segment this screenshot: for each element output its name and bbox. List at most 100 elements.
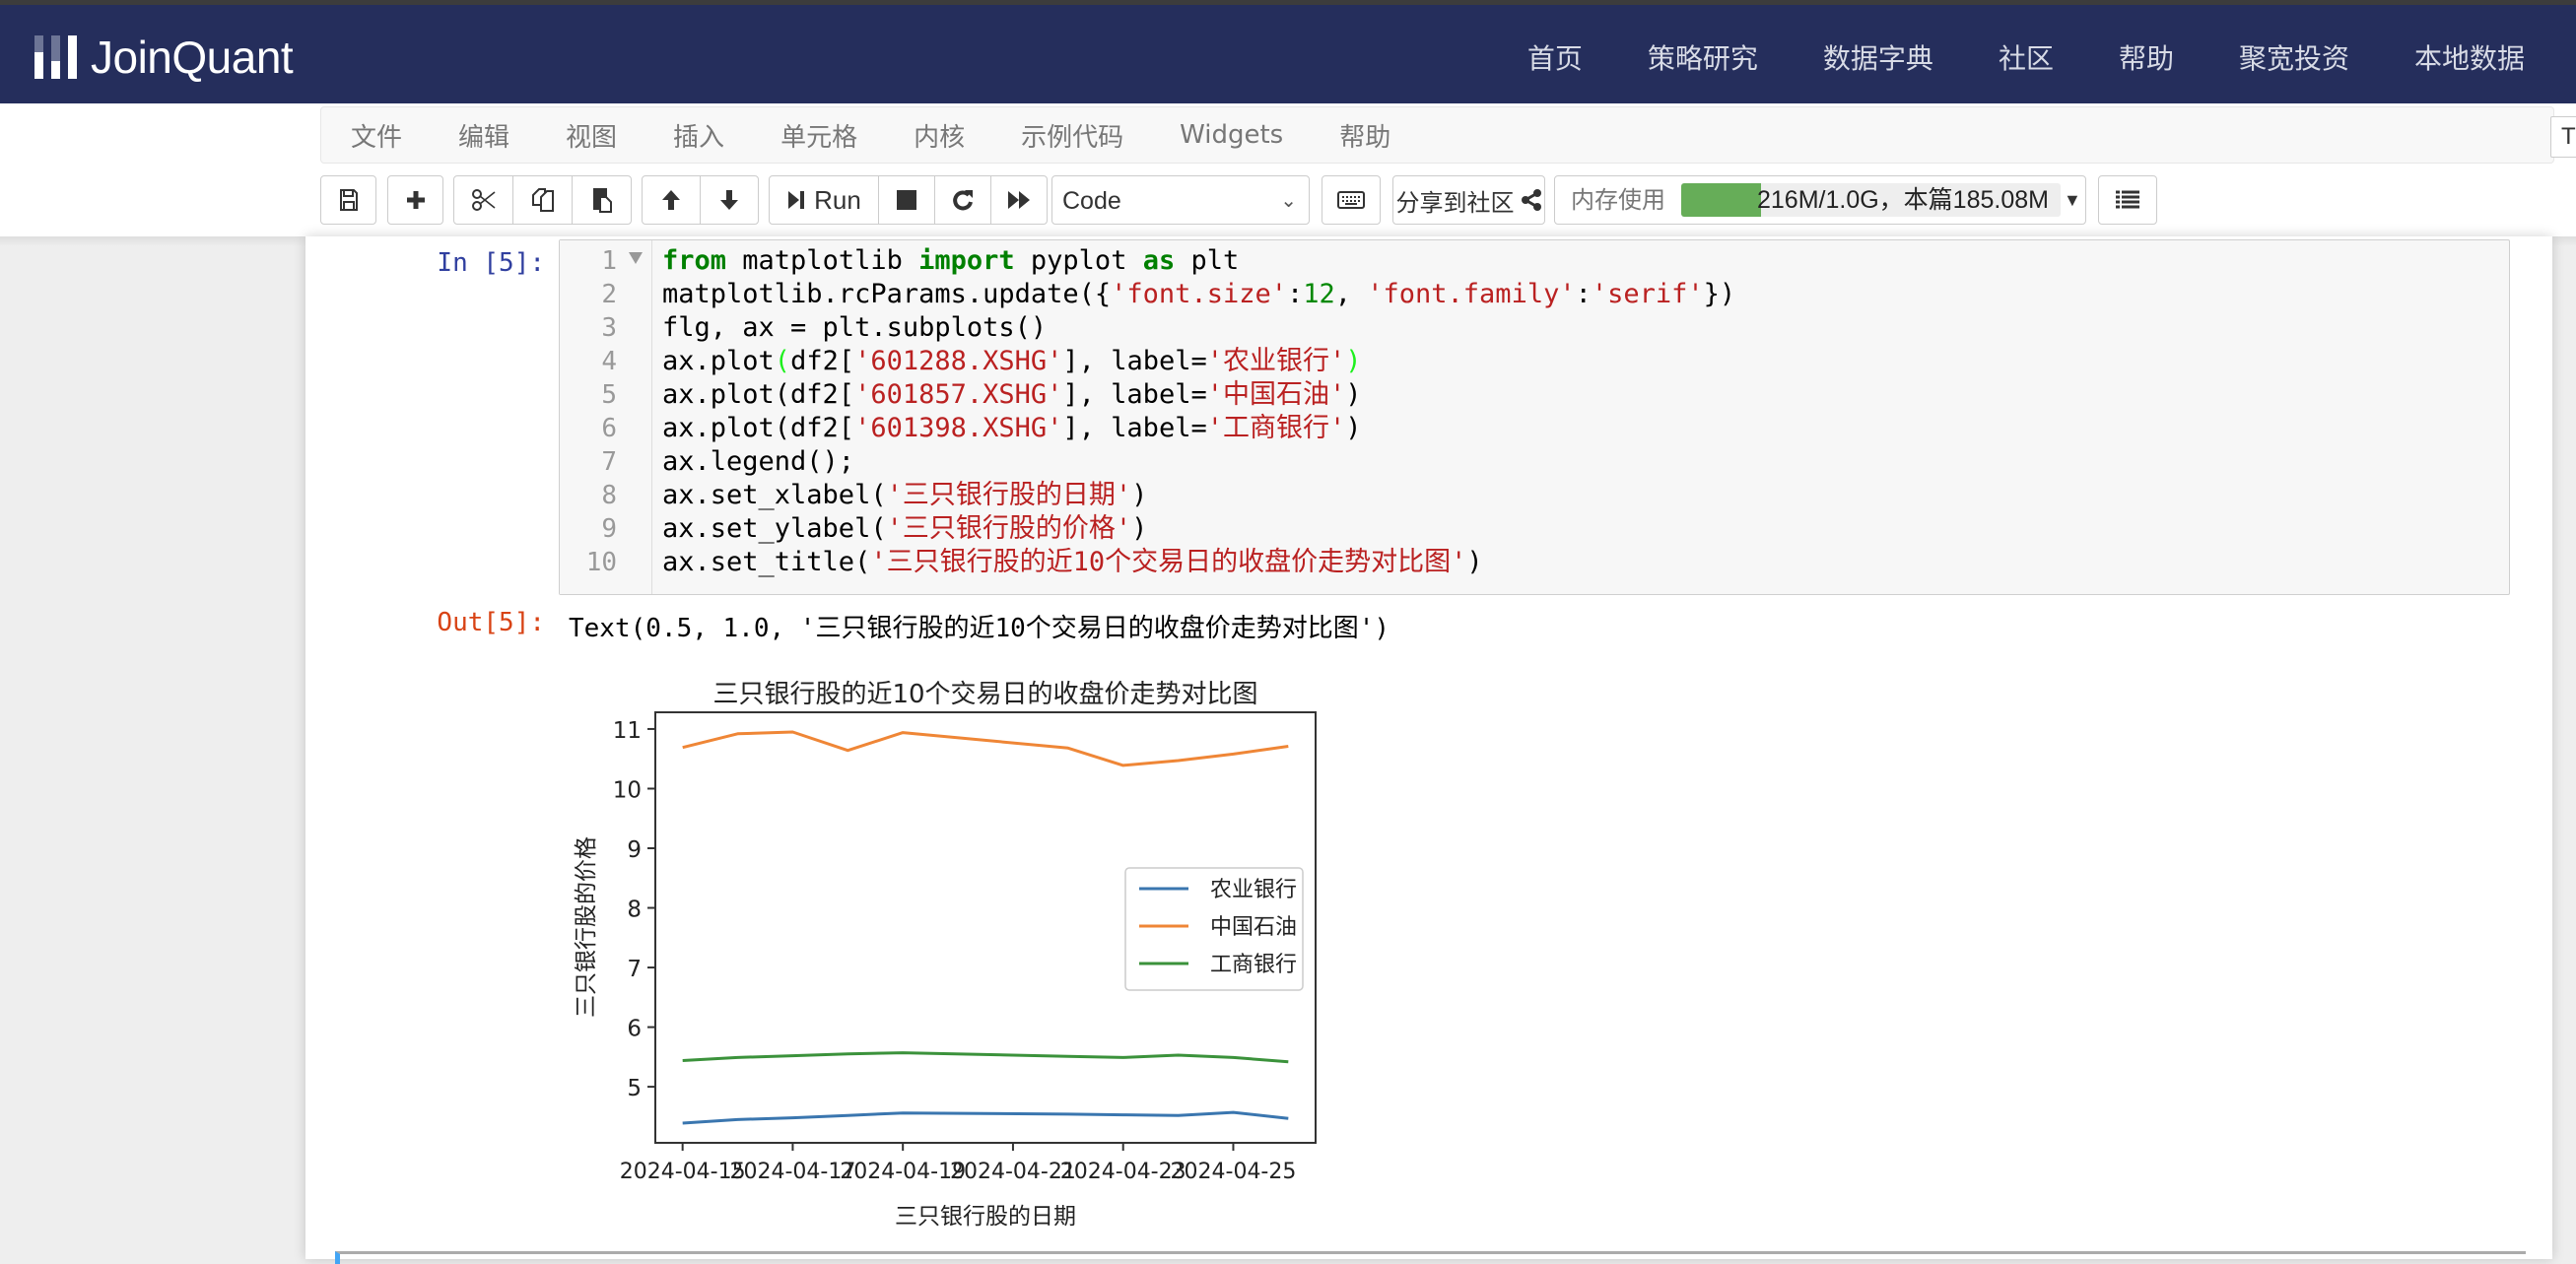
trusted-badge[interactable]: Trusted [2550, 116, 2576, 158]
paste-button[interactable] [572, 175, 632, 225]
code-token: matplotlib.rcParams.update({ [662, 279, 1111, 309]
cell-type-select[interactable]: Code ⌄ [1051, 175, 1310, 225]
menu-widgets[interactable]: Widgets [1180, 120, 1283, 150]
menu-edit[interactable]: 编辑 [458, 117, 509, 154]
code-token: }) [1704, 279, 1736, 309]
code-token: plt [1175, 245, 1239, 276]
legend-label: 中国石油 [1210, 915, 1297, 940]
line-number: 7 [568, 445, 617, 479]
y-tick-label: 6 [627, 1017, 642, 1042]
menu-help[interactable]: 帮助 [1339, 117, 1390, 154]
code-line: ax.legend(); [662, 445, 854, 479]
code-editor[interactable]: 12345678910 from matplotlib import pyplo… [559, 239, 2510, 595]
run-button[interactable]: Run [769, 175, 879, 225]
caret-down-icon: ▼ [2064, 176, 2081, 224]
nav-joinquant-invest[interactable]: 聚宽投资 [2239, 39, 2349, 79]
line-number: 5 [568, 378, 617, 412]
code-token: 'font.size' [1111, 279, 1287, 309]
arrow-down-icon [718, 188, 740, 212]
menu-kernel[interactable]: 内核 [914, 117, 965, 154]
line-chart: 三只银行股的近10个交易日的收盘价走势对比图 567891011 2024-04… [552, 660, 1340, 1251]
brand-logo[interactable]: JoinQuant [34, 34, 293, 80]
y-axis-label: 三只银行股的价格 [574, 836, 599, 1018]
code-token: '601398.XSHG' [854, 413, 1062, 443]
memory-usage-dropdown[interactable]: 内存使用 216M/1.0G，本篇185.08M ▼ [1554, 175, 2086, 225]
legend-label: 农业银行 [1210, 878, 1297, 902]
cut-button[interactable] [453, 175, 513, 225]
restart-kernel-button[interactable] [934, 175, 991, 225]
code-token: , [1335, 279, 1368, 309]
output-prompt: Out[5]: [345, 608, 545, 637]
code-line: matplotlib.rcParams.update({'font.size':… [662, 278, 1735, 311]
code-token: ) [1345, 379, 1361, 410]
nav-data-dictionary[interactable]: 数据字典 [1823, 39, 1933, 79]
copy-button[interactable] [512, 175, 573, 225]
code-token: '三只银行股的价格' [887, 513, 1132, 544]
next-cell[interactable] [335, 1251, 2526, 1264]
x-axis-label: 三只银行股的日期 [895, 1204, 1076, 1230]
nav-home[interactable]: 首页 [1527, 39, 1583, 79]
nav-strategy-research[interactable]: 策略研究 [1648, 39, 1758, 79]
save-icon [339, 188, 359, 212]
fold-arrow-icon[interactable] [629, 252, 643, 264]
code-line: flg, ax = plt.subplots() [662, 311, 1047, 345]
nav-community[interactable]: 社区 [1999, 39, 2054, 79]
code-token: ax.plot(df2[ [662, 413, 854, 443]
menu-insert[interactable]: 插入 [673, 117, 724, 154]
y-tick-label: 8 [627, 898, 642, 923]
code-token: ], label= [1062, 379, 1206, 410]
line-number: 8 [568, 479, 617, 512]
arrow-up-icon [660, 188, 682, 212]
menu-example-code[interactable]: 示例代码 [1021, 117, 1123, 154]
menu-view[interactable]: 视图 [566, 117, 617, 154]
share-icon [1521, 189, 1542, 211]
menubar: 文件 编辑 视图 插入 单元格 内核 示例代码 Widgets 帮助 Trust… [320, 106, 2554, 164]
code-token: '601857.XSHG' [854, 379, 1062, 410]
paste-icon [591, 186, 613, 214]
nav-links: 首页 策略研究 数据字典 社区 帮助 聚宽投资 本地数据 [1462, 39, 2525, 79]
code-token: : [1576, 279, 1592, 309]
code-token: : [1287, 279, 1303, 309]
interrupt-button[interactable] [878, 175, 935, 225]
x-tick-label: 2024-04-17 [729, 1160, 855, 1184]
restart-icon [952, 188, 974, 212]
top-navbar: JoinQuant 首页 策略研究 数据字典 社区 帮助 聚宽投资 本地数据 [0, 5, 2576, 103]
nav-local-data[interactable]: 本地数据 [2414, 39, 2525, 79]
run-all-button[interactable] [990, 175, 1048, 225]
code-line: ax.plot(df2['601857.XSHG'], label='中国石油'… [662, 378, 1362, 412]
copy-icon [531, 187, 555, 213]
move-down-button[interactable] [700, 175, 759, 225]
x-tick-label: 2024-04-21 [950, 1160, 1076, 1184]
code-token: '601288.XSHG' [854, 346, 1062, 376]
plus-icon [405, 189, 427, 211]
line-number: 2 [568, 278, 617, 311]
x-tick-label: 2024-04-15 [620, 1160, 746, 1184]
save-button[interactable] [320, 175, 376, 225]
code-token: 'serif' [1592, 279, 1704, 309]
menu-cell[interactable]: 单元格 [780, 117, 857, 154]
nav-help[interactable]: 帮助 [2119, 39, 2174, 79]
insert-cell-button[interactable] [387, 175, 443, 225]
code-token: ( [775, 346, 790, 376]
command-palette-button[interactable] [1322, 175, 1381, 225]
share-to-community-button[interactable]: 分享到社区 [1392, 175, 1545, 225]
memory-progress-fill [1681, 183, 1761, 217]
line-number: 1 [568, 244, 617, 278]
code-token: ) [1131, 480, 1147, 510]
code-token: ) [1466, 547, 1482, 577]
toc-button[interactable] [2098, 175, 2157, 225]
list-icon [2116, 190, 2139, 210]
move-up-button[interactable] [642, 175, 701, 225]
share-label: 分享到社区 [1396, 183, 1515, 218]
line-number: 9 [568, 512, 617, 546]
menu-file[interactable]: 文件 [351, 117, 402, 154]
code-token: import [918, 245, 1015, 276]
code-token: matplotlib [726, 245, 918, 276]
code-token: ], label= [1062, 413, 1206, 443]
code-token: ) [1345, 346, 1361, 376]
y-tick-label: 5 [627, 1076, 642, 1101]
code-token: '工商银行' [1207, 413, 1346, 443]
code-token: ax.legend(); [662, 446, 854, 477]
code-token: 12 [1303, 279, 1335, 309]
y-tick-label: 9 [627, 837, 642, 863]
